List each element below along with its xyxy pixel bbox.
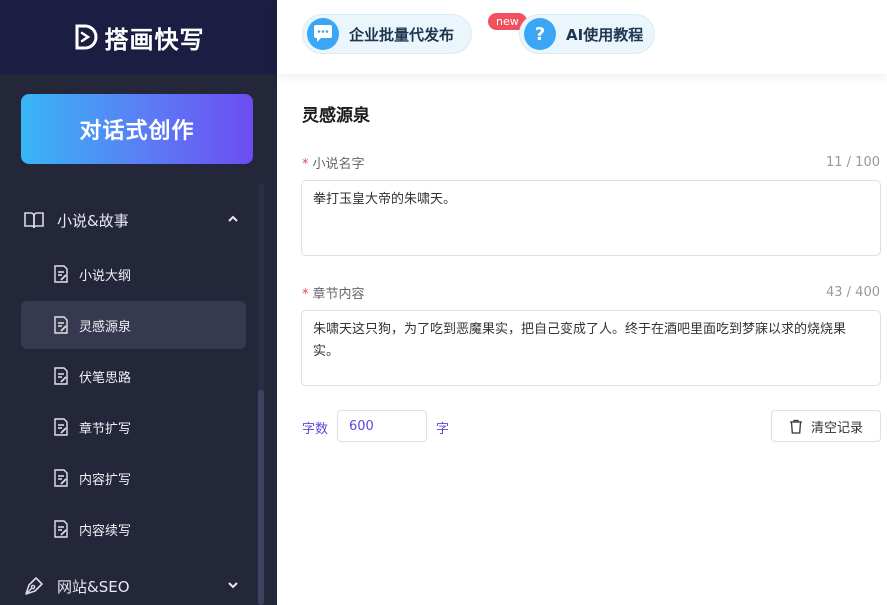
chapter-content-textarea[interactable]: 朱啸天这只狗，为了吃到恶魔果实，把自己变成了人。终于在酒吧里面吃到梦寐以求的烧烧… — [301, 310, 881, 386]
novel-name-counter: 11 / 100 — [826, 155, 880, 170]
batch-publish-label: 企业批量代发布 — [349, 25, 455, 44]
sidebar-item-novel-outline[interactable]: 小说大纲 — [21, 250, 246, 298]
ai-tutorial-button[interactable]: ? AI使用教程 — [519, 14, 655, 54]
logo-text: 搭画快写 — [104, 25, 205, 54]
dialog-create-button[interactable]: 对话式创作 — [21, 94, 253, 164]
document-edit-icon — [54, 265, 68, 283]
nav-group-label: 网站&SEO — [57, 577, 130, 596]
chat-bubble-icon — [307, 18, 339, 50]
book-icon — [24, 212, 44, 229]
document-edit-icon — [54, 469, 68, 487]
novel-name-label: * 小说名字 — [302, 153, 365, 172]
sidebar-item-label: 内容续写 — [79, 523, 132, 539]
ai-tutorial-label: AI使用教程 — [566, 25, 644, 44]
required-mark: * — [302, 287, 309, 302]
chevron-down-icon — [228, 582, 238, 589]
sidebar-item-label: 灵感源泉 — [79, 319, 132, 335]
app-logo[interactable]: 搭画快写 — [73, 20, 205, 55]
sidebar-item-content-expand[interactable]: 内容扩写 — [21, 454, 246, 502]
sidebar-item-foreshadowing[interactable]: 伏笔思路 — [21, 352, 246, 400]
sidebar-item-inspiration[interactable]: 灵感源泉 — [21, 301, 246, 349]
word-count-input[interactable]: 600 — [337, 410, 427, 442]
word-count-label: 字数 — [302, 422, 329, 437]
chevron-up-icon — [228, 215, 238, 222]
top-header: 企业批量代发布 new ? AI使用教程 — [277, 0, 887, 74]
dialog-create-label: 对话式创作 — [79, 119, 195, 144]
document-edit-icon — [54, 367, 68, 385]
clear-history-label: 清空记录 — [810, 420, 863, 436]
document-edit-icon — [54, 316, 68, 334]
sidebar-item-content-continue[interactable]: 内容续写 — [21, 505, 246, 553]
novel-name-textarea[interactable]: 拳打玉皇大帝的朱啸天。 — [301, 180, 881, 256]
novel-name-label-text: 小说名字 — [312, 157, 365, 172]
sidebar-scrollbar-thumb[interactable] — [258, 390, 264, 605]
chapter-content-label: * 章节内容 — [302, 283, 365, 302]
sidebar: 搭画快写 对话式创作 小说&故事 小说大纲 灵感源泉 伏笔思路 章节扩写 内容扩… — [0, 0, 277, 605]
clear-history-button[interactable]: 清空记录 — [771, 410, 881, 442]
sidebar-item-label: 章节扩写 — [79, 421, 132, 437]
page-title: 灵感源泉 — [302, 106, 370, 126]
document-edit-icon — [54, 520, 68, 538]
nav-group-label: 小说&故事 — [57, 211, 129, 230]
batch-publish-button[interactable]: 企业批量代发布 new — [302, 13, 527, 54]
word-count-unit: 字 — [436, 422, 450, 437]
sidebar-item-label: 伏笔思路 — [79, 370, 132, 386]
chapter-content-label-text: 章节内容 — [312, 287, 365, 302]
help-icon: ? — [524, 18, 556, 50]
trash-icon — [789, 419, 802, 434]
sidebar-item-chapter-expand[interactable]: 章节扩写 — [21, 403, 246, 451]
sidebar-item-label: 内容扩写 — [79, 472, 132, 488]
pen-nib-icon — [25, 577, 43, 595]
logo-bar: 搭画快写 — [0, 0, 277, 74]
sidebar-item-label: 小说大纲 — [79, 268, 132, 284]
logo-icon — [75, 24, 97, 50]
document-edit-icon — [54, 418, 68, 436]
required-mark: * — [302, 157, 309, 172]
chapter-content-counter: 43 / 400 — [826, 285, 880, 300]
help-glyph: ? — [534, 23, 546, 45]
nav-group-website-seo[interactable]: 网站&SEO — [21, 566, 246, 605]
nav-group-novel-story[interactable]: 小说&故事 — [21, 200, 246, 240]
